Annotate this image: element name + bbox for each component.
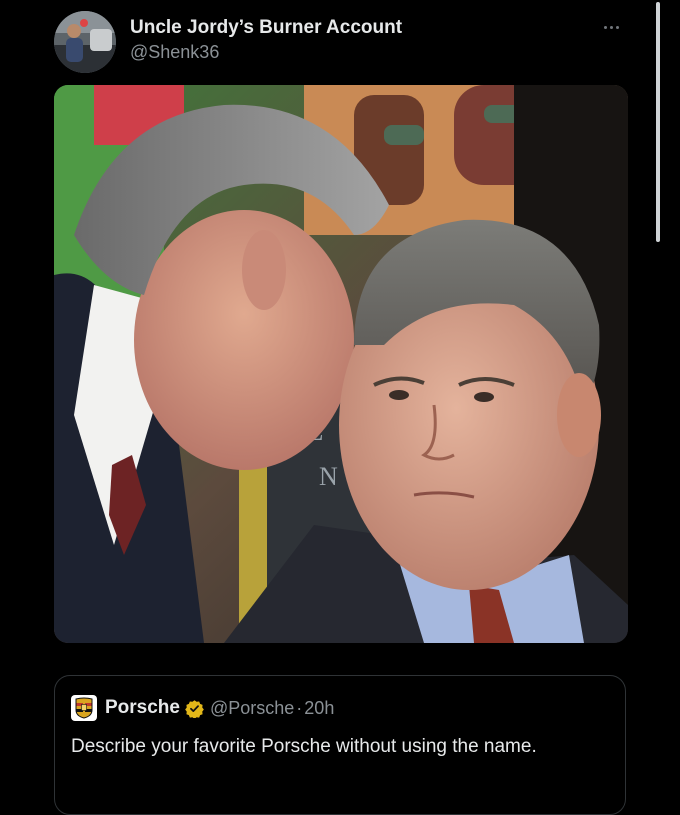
tweet-photo[interactable]: KE N Co [54, 85, 628, 643]
porsche-logo-icon[interactable] [71, 695, 97, 721]
separator-dot: · [296, 697, 303, 718]
gold-verified-badge-icon [185, 699, 204, 719]
quoted-tweet-text: Describe your favorite Porsche without u… [71, 736, 537, 757]
quoted-tweet-time[interactable]: 20h [304, 698, 334, 719]
tweet-author[interactable]: Uncle Jordy’s Burner Account @Shenk36 [130, 16, 402, 64]
quoted-tweet[interactable]: Porsche @Porsche · 20h Describe your fav… [54, 675, 626, 815]
author-avatar[interactable] [54, 11, 116, 73]
more-dot [603, 25, 607, 29]
more-options-button[interactable] [596, 18, 626, 36]
scrollbar-thumb[interactable] [656, 2, 660, 242]
author-handle[interactable]: @Shenk36 [130, 40, 402, 64]
more-dot [609, 25, 613, 29]
quoted-tweet-header: Porsche @Porsche · 20h [71, 695, 334, 721]
chalkboard-text-2: N [319, 462, 338, 491]
tweet[interactable]: Uncle Jordy’s Burner Account @Shenk36 N … [0, 0, 680, 815]
more-dot [615, 25, 619, 29]
quoted-author-handle[interactable]: @Porsche [210, 698, 294, 719]
author-display-name[interactable]: Uncle Jordy’s Burner Account [130, 16, 402, 40]
quoted-author-name[interactable]: Porsche [105, 697, 180, 719]
